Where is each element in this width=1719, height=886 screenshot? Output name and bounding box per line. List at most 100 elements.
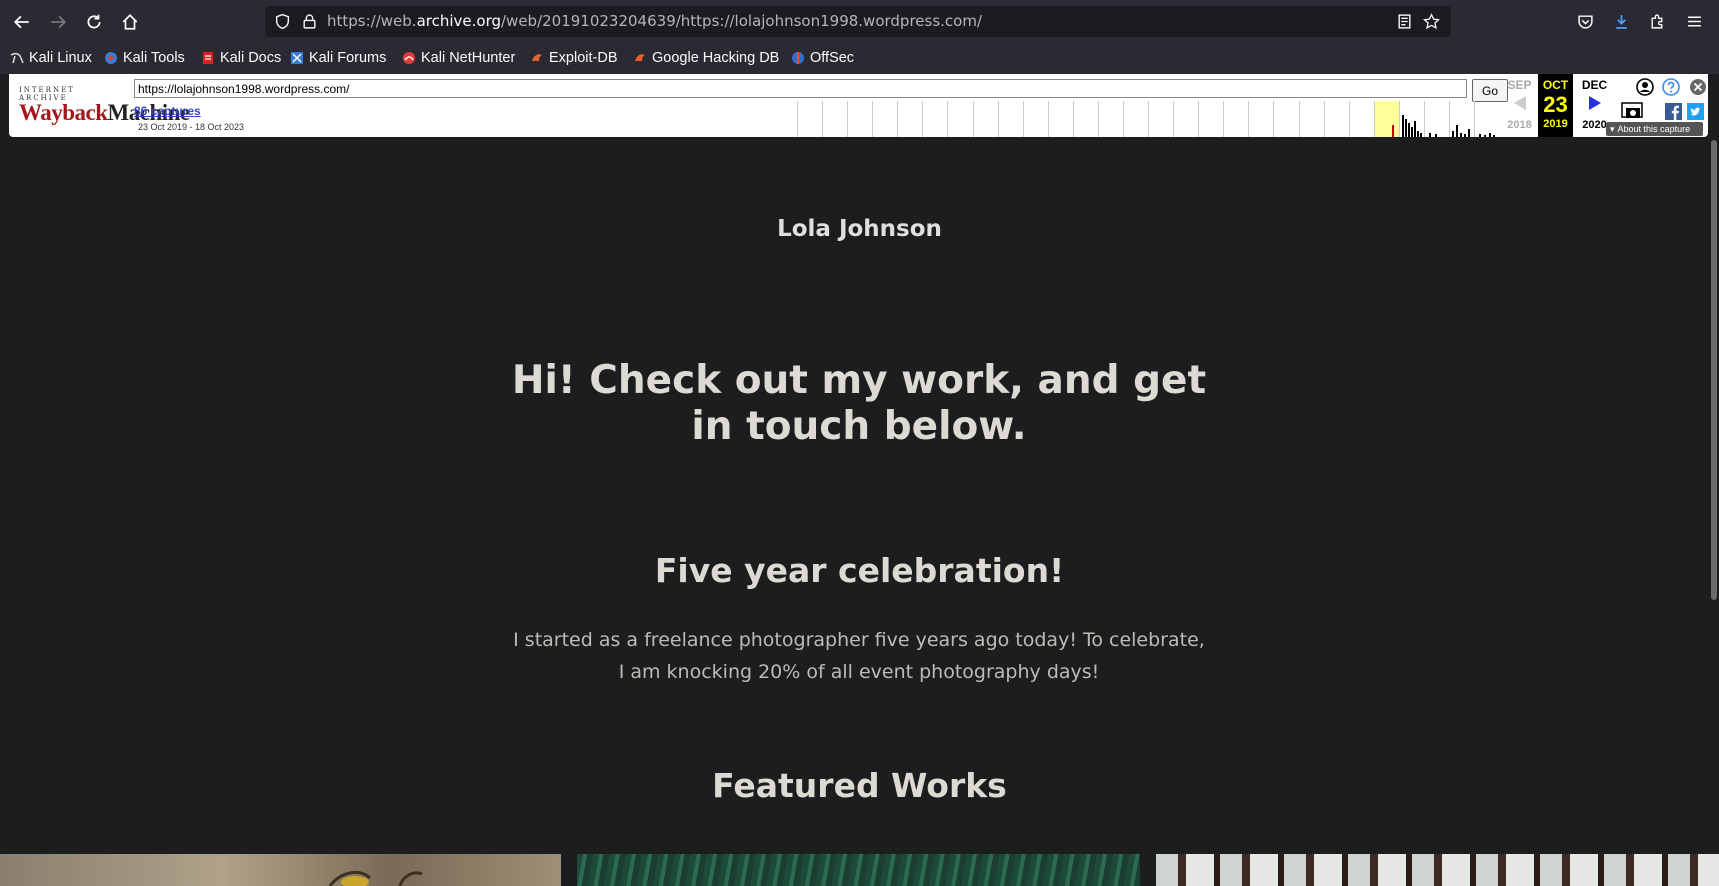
- navigation-toolbar: https://web.archive.org/web/201910232046…: [0, 0, 1719, 44]
- home-icon: [122, 14, 138, 30]
- forward-button[interactable]: [42, 6, 74, 38]
- capture-bar: [1452, 131, 1455, 137]
- sparkline-year[interactable]: [1072, 101, 1098, 137]
- wayback-toolbar: INTERNET ARCHIVE WaybackMachine https://…: [9, 74, 1708, 137]
- twitter-icon: [1686, 102, 1704, 120]
- sparkline-year[interactable]: [1298, 101, 1324, 137]
- prev-month[interactable]: SEP 2018: [1503, 78, 1536, 131]
- sparkline-year[interactable]: [1248, 101, 1273, 137]
- capture-sparkline[interactable]: [797, 101, 1499, 137]
- bookmark-label: Google Hacking DB: [652, 50, 780, 66]
- sparkline-year[interactable]: [1223, 101, 1248, 137]
- sparkline-year[interactable]: [972, 101, 998, 137]
- sparkline-year[interactable]: [1323, 101, 1349, 137]
- wayback-account-button[interactable]: [1636, 78, 1654, 96]
- url-text[interactable]: https://web.archive.org/web/201910232046…: [327, 6, 982, 37]
- sparkline-year[interactable]: [1198, 101, 1223, 137]
- bookmark-label: Kali NetHunter: [421, 50, 516, 66]
- capture-bar: [1489, 133, 1492, 137]
- page-viewport: Lola Johnson Hi! Check out my work, and …: [0, 140, 1719, 886]
- url-path: /web/20191023204639/https://lolajohnson1…: [501, 12, 983, 30]
- address-bar[interactable]: https://web.archive.org/web/201910232046…: [265, 6, 1451, 37]
- tracking-protection-shield-icon[interactable]: [274, 13, 291, 30]
- featured-work-image-1-art: [328, 870, 423, 886]
- forward-arrow-icon: [51, 15, 67, 29]
- wayback-help-button[interactable]: [1662, 78, 1680, 96]
- download-icon: [1615, 15, 1627, 29]
- capture-bar: [1484, 135, 1487, 137]
- camera-icon: [1621, 102, 1643, 118]
- sparkline-year[interactable]: [1373, 101, 1399, 137]
- wayback-logo-way: Wayback: [19, 100, 108, 125]
- kali-tools-icon: [105, 52, 117, 64]
- bookmark-offsec[interactable]: OffSec: [791, 47, 854, 69]
- help-icon: [1662, 78, 1680, 96]
- sparkline-year[interactable]: [1273, 101, 1298, 137]
- sparkline-year[interactable]: [997, 101, 1023, 137]
- kali-dragon-icon: [10, 52, 24, 64]
- wayback-url-input[interactable]: https://lolajohnson1998.wordpress.com/: [134, 79, 1467, 98]
- featured-work-image-3[interactable]: [1156, 854, 1719, 886]
- about-this-capture-toggle[interactable]: ▾ About this capture: [1606, 122, 1703, 136]
- home-button[interactable]: [114, 6, 146, 38]
- sparkline-year[interactable]: [1123, 101, 1148, 137]
- sparkline-year[interactable]: [822, 101, 847, 137]
- bookmark-kali-nethunter[interactable]: Kali NetHunter: [402, 47, 515, 69]
- app-menu-button[interactable]: [1679, 6, 1709, 37]
- current-capture-date: OCT 23 2019: [1539, 78, 1572, 130]
- wayback-close-button[interactable]: [1689, 78, 1707, 96]
- downloads-button[interactable]: [1606, 6, 1636, 37]
- bookmark-exploit-db[interactable]: Exploit-DB: [530, 47, 618, 69]
- sparkline-year[interactable]: [872, 101, 897, 137]
- featured-work-image-2[interactable]: [577, 854, 1140, 886]
- ghdb-icon: [635, 54, 645, 61]
- sparkline-year[interactable]: [1173, 101, 1198, 137]
- sparkline-year[interactable]: [1423, 101, 1449, 137]
- sparkline-year[interactable]: [897, 101, 922, 137]
- sparkline-year[interactable]: [797, 101, 822, 137]
- capture-bar: [1479, 134, 1482, 137]
- sparkline-year[interactable]: [1474, 101, 1499, 137]
- sparkline-year[interactable]: [1449, 101, 1474, 137]
- bookmark-star-icon[interactable]: [1423, 13, 1440, 30]
- sparkline-year[interactable]: [1348, 101, 1374, 137]
- sparkline-year[interactable]: [1148, 101, 1173, 137]
- next-arrow-icon[interactable]: [1587, 94, 1603, 112]
- wayback-screenshot-button[interactable]: [1621, 100, 1645, 120]
- featured-works-heading: Featured Works: [712, 766, 1007, 805]
- bookmark-kali-forums[interactable]: Kali Forums: [290, 47, 386, 69]
- reader-view-icon[interactable]: [1396, 13, 1413, 30]
- url-host: archive.org: [416, 12, 501, 30]
- extensions-button[interactable]: [1642, 6, 1672, 37]
- captures-link[interactable]: 86 captures: [134, 104, 201, 118]
- lock-icon[interactable]: [301, 13, 318, 30]
- close-icon: [1690, 79, 1706, 95]
- capture-bar: [1391, 125, 1394, 137]
- pocket-button[interactable]: [1570, 6, 1600, 37]
- bookmark-kali-linux[interactable]: Kali Linux: [10, 47, 92, 69]
- sparkline-year[interactable]: [1398, 101, 1424, 137]
- sparkline-year[interactable]: [1022, 101, 1048, 137]
- wayback-logo[interactable]: INTERNET ARCHIVE WaybackMachine: [19, 86, 190, 125]
- reload-button[interactable]: [78, 6, 110, 38]
- kali-docs-icon: [203, 52, 213, 64]
- twitter-share-button[interactable]: [1686, 102, 1704, 120]
- prev-month-label: SEP: [1507, 78, 1532, 92]
- featured-work-image-1[interactable]: [0, 854, 561, 886]
- prev-arrow-icon[interactable]: [1512, 94, 1528, 112]
- reload-icon: [87, 14, 101, 29]
- sparkline-year[interactable]: [1097, 101, 1123, 137]
- sparkline-year[interactable]: [847, 101, 872, 137]
- offsec-icon: [792, 52, 804, 64]
- bookmark-google-hacking-db[interactable]: Google Hacking DB: [633, 47, 779, 69]
- bookmark-label: Kali Forums: [309, 50, 387, 66]
- back-button[interactable]: [6, 6, 38, 38]
- sparkline-year[interactable]: [947, 101, 972, 137]
- bookmark-kali-docs[interactable]: Kali Docs: [201, 47, 281, 69]
- site-title[interactable]: Lola Johnson: [0, 216, 1719, 242]
- sparkline-year[interactable]: [1047, 101, 1073, 137]
- facebook-share-button[interactable]: [1664, 102, 1682, 120]
- page-scrollbar[interactable]: [1711, 140, 1717, 600]
- bookmark-kali-tools[interactable]: Kali Tools: [104, 47, 185, 69]
- sparkline-year[interactable]: [922, 101, 947, 137]
